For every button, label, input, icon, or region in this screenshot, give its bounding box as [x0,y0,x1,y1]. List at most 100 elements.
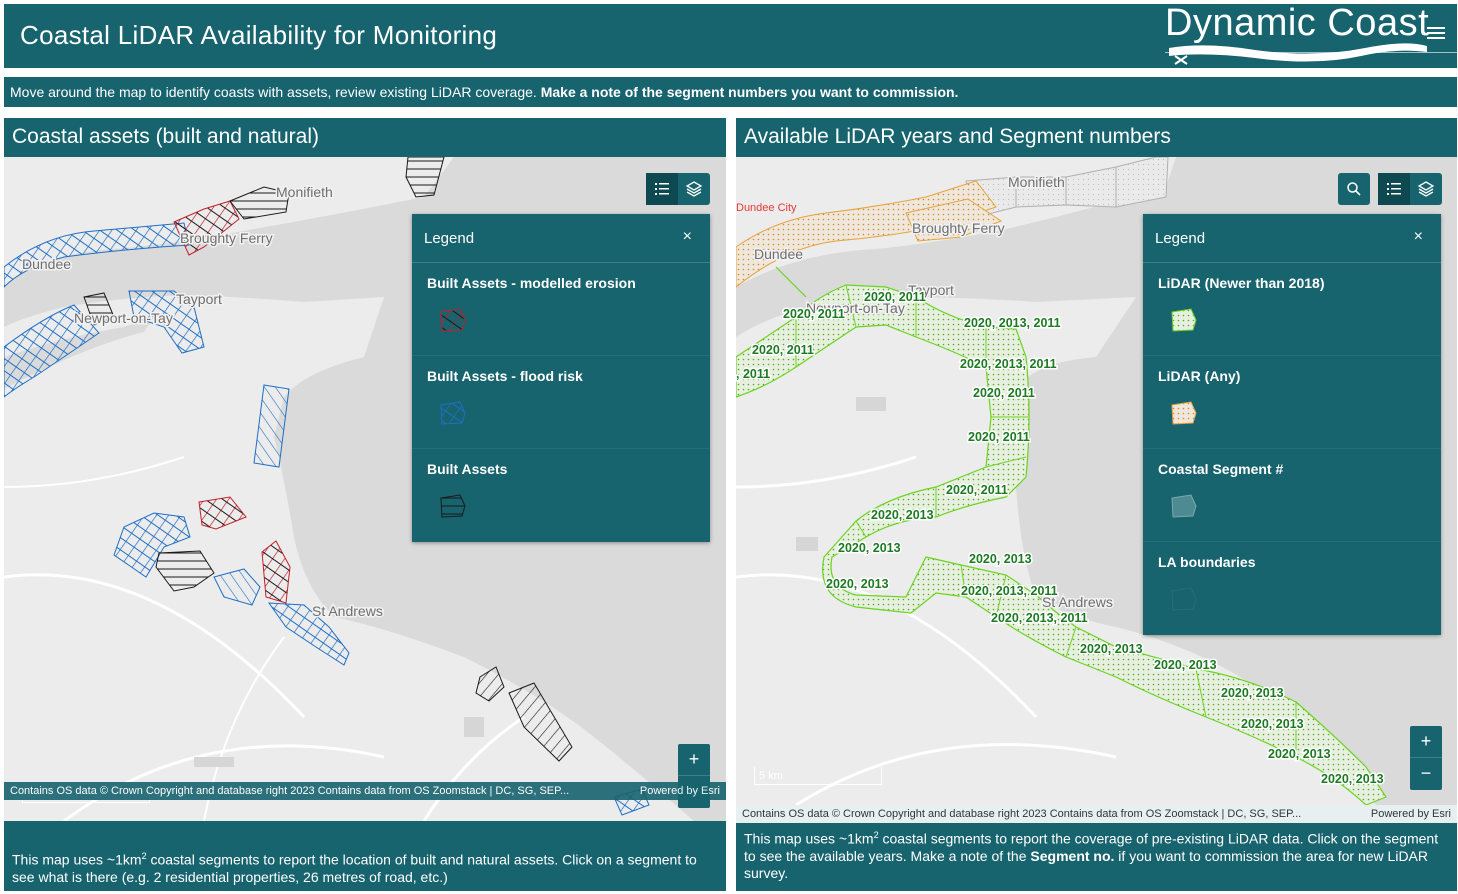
black-hatch-swatch-icon [440,494,466,518]
assets-panel-title: Coastal assets (built and natural) [12,125,319,148]
assets-panel: Coastal assets (built and natural) Monif… [4,118,726,891]
layers-icon [685,181,703,197]
legend-header: Legend × [412,214,710,263]
list-icon [655,183,669,195]
lidar-legend: Legend × LiDAR (Newer than 2018) LiDAR (… [1143,214,1441,635]
instruction-emphasis: Make a note of the segment numbers you w… [540,84,959,100]
segment-label: 2020, 2011 [864,290,926,304]
segment-label: 2020, 2013, 2011 [991,611,1088,625]
place-newport: Newport-on-Tay [74,310,173,326]
legend-item-label: Built Assets [427,461,508,477]
segment-label: 2020, 2013 [1321,772,1384,786]
menu-icon[interactable] [1427,24,1445,42]
logo-wave-icon [1165,43,1457,65]
segment-label: 2020, 2011 [946,483,1008,497]
segment-label: 2020, 2013 [1241,717,1304,731]
segment-label: 2020, 2013, 2011 [961,584,1058,598]
legend-item-lidar-new: LiDAR (Newer than 2018) [1143,263,1441,356]
lidar-panel-footer: This map uses ~1km2 coastal segments to … [744,830,1439,881]
segment-swatch-icon [1171,494,1197,518]
legend-item-erosion: Built Assets - modelled erosion [412,263,710,356]
layers-button[interactable] [1410,173,1442,205]
legend-item-label: Coastal Segment # [1158,461,1284,477]
powered-by-esri-link[interactable]: Powered by Esri [1371,805,1451,823]
place-broughty-ferry: Broughty Ferry [180,230,273,246]
instruction-text: Move around the map to identify coasts w… [10,84,541,100]
footer-emphasis: Segment no. [1030,847,1115,864]
legend-item-la-boundaries: LA boundaries [1143,542,1441,635]
legend-item-label: LA boundaries [1158,554,1256,570]
instruction-banner: Move around the map to identify coasts w… [4,77,1457,107]
map-attribution: Contains OS data © Crown Copyright and d… [736,805,1457,823]
segment-label: 2020, 2011 [968,430,1030,444]
place-monifieth: Monifieth [1008,174,1065,190]
attribution-text: Contains OS data © Crown Copyright and d… [742,808,1302,820]
layers-icon [1417,181,1435,197]
assets-legend: Legend × Built Assets - modelled erosion… [412,214,710,542]
legend-item-label: LiDAR (Newer than 2018) [1158,275,1325,291]
lidar-panel-title: Available LiDAR years and Segment number… [744,125,1171,148]
segment-label: 2020, 2013 [969,552,1032,566]
segment-label: 2020, 2011 [973,386,1035,400]
map-attribution: Contains OS data © Crown Copyright and d… [4,782,726,800]
app-title: Coastal LiDAR Availability for Monitorin… [20,20,498,50]
segment-label: 2020, 2011 [752,343,814,357]
zoom-in-button[interactable]: + [678,744,710,776]
search-icon [1347,182,1361,196]
place-broughty-ferry: Broughty Ferry [912,220,1005,236]
segment-label: 2020, 2011 [783,307,845,321]
app-header: Coastal LiDAR Availability for Monitorin… [4,4,1457,68]
segment-label: 2020, 2013, 2011 [964,316,1061,330]
segment-label: 2020, 2013 [1080,642,1143,656]
assets-map[interactable]: Monifieth Broughty Ferry Dundee Tayport … [4,157,726,821]
place-tayport: Tayport [176,291,222,307]
lidar-panel: Available LiDAR years and Segment number… [736,118,1457,891]
search-button[interactable] [1338,173,1370,205]
segment-label: 2020, 2013 [826,577,889,591]
map-tools [646,173,710,205]
boundary-swatch-icon [1171,587,1197,611]
segment-label: , 2011 [736,367,770,381]
place-st-andrews: St Andrews [312,603,383,619]
legend-toggle-button[interactable] [1378,173,1410,205]
red-hatch-swatch-icon [440,308,466,332]
close-icon[interactable]: × [1414,228,1423,246]
legend-item-label: Built Assets - flood risk [427,368,583,384]
legend-header: Legend × [1143,214,1441,263]
powered-by-esri-link[interactable]: Powered by Esri [640,782,720,800]
attribution-text: Contains OS data © Crown Copyright and d… [10,785,570,797]
layers-button[interactable] [678,173,710,205]
search-tool [1338,173,1370,205]
footer-text: This map uses ~1km [744,830,874,847]
green-dot-swatch-icon [1171,308,1197,332]
blue-hatch-swatch-icon [440,401,466,425]
assets-panel-footer: This map uses ~1km2 coastal segments to … [12,851,697,885]
lidar-map[interactable]: Monifieth Dundee City Broughty Ferry Dun… [736,157,1457,805]
orange-dot-swatch-icon [1171,401,1197,425]
zoom-in-button[interactable]: + [1410,726,1442,758]
segment-label: 2020, 2013 [1154,658,1217,672]
legend-item-label: LiDAR (Any) [1158,368,1241,384]
legend-item-lidar-any: LiDAR (Any) [1143,356,1441,449]
legend-title: Legend [424,230,475,247]
place-monifieth: Monifieth [276,184,333,200]
scale-bar: 5 km [754,767,882,785]
legend-item-built: Built Assets [412,449,710,542]
place-dundee: Dundee [22,256,71,272]
legend-item-segment: Coastal Segment # [1143,449,1441,542]
segment-label: 2020, 2013 [1268,747,1331,761]
place-dundee-city: Dundee City [736,202,797,214]
zoom-out-button[interactable]: − [1410,758,1442,790]
segment-label: 2020, 2013 [838,541,901,555]
segment-label: 2020, 2013 [1221,686,1284,700]
segment-label: 2020, 2013 [871,508,934,522]
place-dundee: Dundee [754,246,803,262]
footer-text: This map uses ~1km [12,851,142,868]
list-icon [1387,183,1401,195]
legend-item-label: Built Assets - modelled erosion [427,275,636,291]
legend-toggle-button[interactable] [646,173,678,205]
segment-label: 2020, 2013, 2011 [960,357,1057,371]
close-icon[interactable]: × [683,228,692,246]
map-tools [1378,173,1442,205]
dynamic-coast-logo: Dynamic Coast [1165,4,1457,68]
